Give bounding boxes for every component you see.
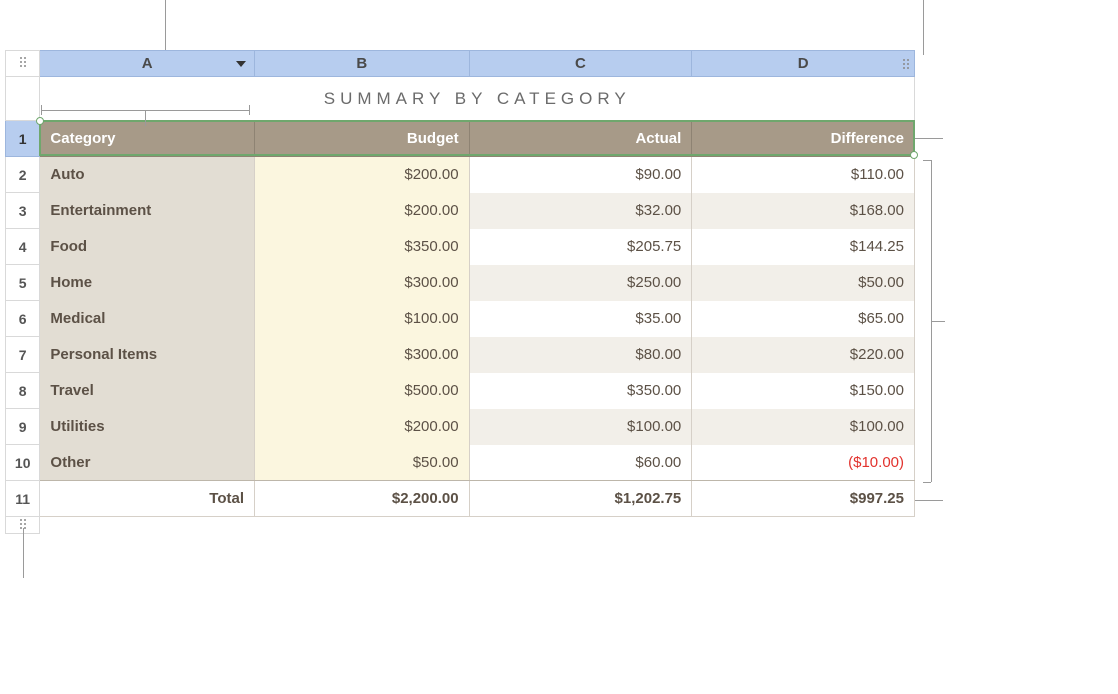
callout-leader: [915, 500, 943, 501]
cell-budget[interactable]: $300.00: [255, 265, 470, 301]
spreadsheet-table: A B C D SUMMARY BY CATEGORY 1 Category B…: [5, 50, 915, 534]
cell-actual[interactable]: $35.00: [469, 301, 692, 337]
cell-budget[interactable]: $100.00: [255, 301, 470, 337]
callout-leader: [41, 105, 42, 115]
cell-category[interactable]: Medical: [40, 301, 255, 337]
callout-leader: [923, 482, 931, 483]
cell-category[interactable]: Travel: [40, 373, 255, 409]
callout-leader: [249, 105, 250, 115]
cell-budget[interactable]: $500.00: [255, 373, 470, 409]
cell-budget[interactable]: $200.00: [255, 157, 470, 193]
cell-category[interactable]: Personal Items: [40, 337, 255, 373]
row-number-blank[interactable]: [6, 77, 40, 121]
cell-category[interactable]: Home: [40, 265, 255, 301]
header-category[interactable]: Category: [40, 121, 255, 157]
row-number[interactable]: 6: [6, 301, 40, 337]
title-row: SUMMARY BY CATEGORY: [6, 77, 915, 121]
callout-leader: [931, 321, 945, 322]
footer-actual[interactable]: $1,202.75: [469, 481, 692, 517]
row-number[interactable]: 8: [6, 373, 40, 409]
corner-handle[interactable]: [6, 51, 40, 77]
callout-leader: [915, 138, 943, 139]
cell-budget[interactable]: $200.00: [255, 409, 470, 445]
table-row: 9Utilities$200.00$100.00$100.00: [6, 409, 915, 445]
row-number[interactable]: 1: [6, 121, 40, 157]
cell-category[interactable]: Entertainment: [40, 193, 255, 229]
row-number[interactable]: 7: [6, 337, 40, 373]
drag-grip-icon[interactable]: [902, 58, 910, 70]
cell-actual[interactable]: $350.00: [469, 373, 692, 409]
cell-actual[interactable]: $32.00: [469, 193, 692, 229]
cell-difference[interactable]: $65.00: [692, 301, 915, 337]
cell-category[interactable]: Other: [40, 445, 255, 481]
cell-category[interactable]: Utilities: [40, 409, 255, 445]
cell-actual[interactable]: $205.75: [469, 229, 692, 265]
table-row: 5Home$300.00$250.00$50.00: [6, 265, 915, 301]
cell-category[interactable]: Auto: [40, 157, 255, 193]
cell-actual[interactable]: $60.00: [469, 445, 692, 481]
table-row: 4Food$350.00$205.75$144.25: [6, 229, 915, 265]
table-row: 7Personal Items$300.00$80.00$220.00: [6, 337, 915, 373]
table-row: 3Entertainment$200.00$32.00$168.00: [6, 193, 915, 229]
callout-leader: [923, 0, 924, 55]
header-budget[interactable]: Budget: [255, 121, 470, 157]
row-number[interactable]: 2: [6, 157, 40, 193]
cell-difference[interactable]: $110.00: [692, 157, 915, 193]
column-menu-icon[interactable]: [236, 61, 246, 67]
callout-leader: [923, 160, 931, 161]
header-difference[interactable]: Difference: [692, 121, 915, 157]
table-row: 10Other$50.00$60.00($10.00): [6, 445, 915, 481]
column-header-C[interactable]: C: [469, 51, 692, 77]
cell-budget[interactable]: $50.00: [255, 445, 470, 481]
column-header-B[interactable]: B: [255, 51, 470, 77]
table-row: 2Auto$200.00$90.00$110.00: [6, 157, 915, 193]
row-number[interactable]: 5: [6, 265, 40, 301]
header-actual[interactable]: Actual: [469, 121, 692, 157]
row-number[interactable]: 11: [6, 481, 40, 517]
column-letter: D: [798, 55, 809, 72]
cell-difference[interactable]: $144.25: [692, 229, 915, 265]
footer-label[interactable]: Total: [40, 481, 255, 517]
table-row: 6Medical$100.00$35.00$65.00: [6, 301, 915, 337]
column-letter: B: [356, 55, 367, 72]
cell-budget[interactable]: $350.00: [255, 229, 470, 265]
callout-leader: [145, 110, 146, 126]
cell-actual[interactable]: $250.00: [469, 265, 692, 301]
cell-budget[interactable]: $200.00: [255, 193, 470, 229]
callout-leader: [23, 528, 24, 578]
column-letter: C: [575, 55, 586, 72]
cell-difference[interactable]: ($10.00): [692, 445, 915, 481]
column-header-row: A B C D: [6, 51, 915, 77]
cell-actual[interactable]: $100.00: [469, 409, 692, 445]
add-row-handle[interactable]: [6, 517, 915, 534]
drag-grip-icon: [19, 56, 27, 68]
row-number[interactable]: 9: [6, 409, 40, 445]
cell-actual[interactable]: $80.00: [469, 337, 692, 373]
cell-difference[interactable]: $50.00: [692, 265, 915, 301]
column-letter: A: [142, 55, 153, 72]
cell-actual[interactable]: $90.00: [469, 157, 692, 193]
footer-difference[interactable]: $997.25: [692, 481, 915, 517]
header-row: 1 Category Budget Actual Difference: [6, 121, 915, 157]
footer-row: 11 Total $2,200.00 $1,202.75 $997.25: [6, 481, 915, 517]
cell-difference[interactable]: $100.00: [692, 409, 915, 445]
row-number[interactable]: 10: [6, 445, 40, 481]
callout-leader: [165, 0, 166, 50]
cell-category[interactable]: Food: [40, 229, 255, 265]
cell-difference[interactable]: $220.00: [692, 337, 915, 373]
cell-budget[interactable]: $300.00: [255, 337, 470, 373]
row-number[interactable]: 3: [6, 193, 40, 229]
table-row: 8Travel$500.00$350.00$150.00: [6, 373, 915, 409]
column-header-D[interactable]: D: [692, 51, 915, 77]
footer-budget[interactable]: $2,200.00: [255, 481, 470, 517]
row-number[interactable]: 4: [6, 229, 40, 265]
cell-difference[interactable]: $150.00: [692, 373, 915, 409]
cell-difference[interactable]: $168.00: [692, 193, 915, 229]
table-title[interactable]: SUMMARY BY CATEGORY: [40, 77, 915, 121]
column-header-A[interactable]: A: [40, 51, 255, 77]
